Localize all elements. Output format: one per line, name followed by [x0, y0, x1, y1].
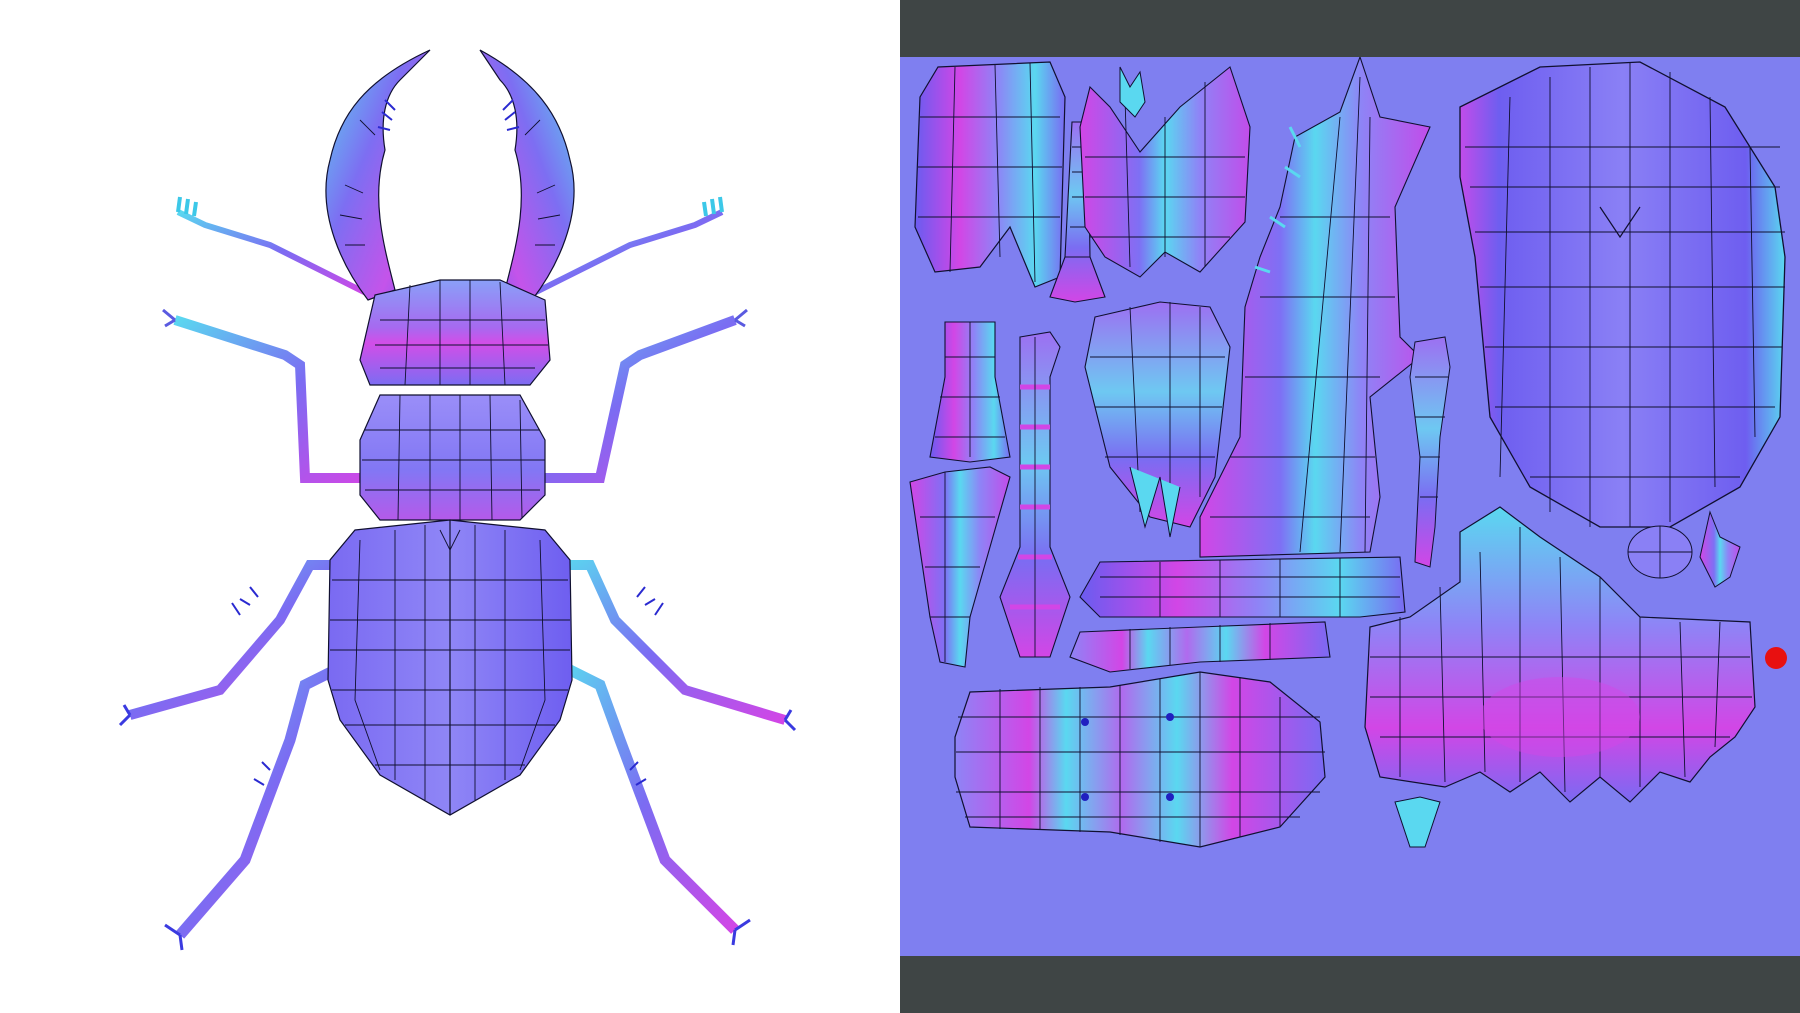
normal-map-comparison [0, 0, 1800, 1013]
red-dot-marker-icon [1765, 647, 1787, 669]
beetle-thorax [359, 394, 546, 521]
beetle-model-svg [118, 49, 797, 951]
uv-editor-panel [900, 0, 1800, 1013]
uv-island-leg-long[interactable] [1079, 556, 1406, 618]
uv-island-leg-c[interactable] [909, 466, 1011, 668]
beetle-head [359, 279, 551, 386]
uv-island-abdomen[interactable] [954, 671, 1326, 848]
beetle-mandibles [325, 49, 575, 301]
uv-island-joint[interactable] [1627, 525, 1693, 579]
uv-island-claw[interactable] [1699, 510, 1741, 588]
beetle-elytra [327, 519, 573, 816]
uv-texture-canvas[interactable] [900, 57, 1800, 956]
uv-island-leg-tarsus[interactable] [1069, 621, 1331, 673]
uv-islands-svg [909, 57, 1787, 848]
uv-island-leg-a[interactable] [929, 321, 1011, 463]
uv-island-fragment[interactable] [1394, 796, 1441, 848]
uv-island-mandible-b[interactable] [1079, 66, 1251, 278]
beetle-model-viewport [0, 0, 900, 1013]
uv-island-leg-b[interactable] [999, 331, 1071, 658]
uv-island-elytra[interactable] [1459, 61, 1786, 528]
uv-island-mandible-a[interactable] [914, 61, 1066, 288]
uv-island-antenna[interactable] [1409, 336, 1451, 568]
